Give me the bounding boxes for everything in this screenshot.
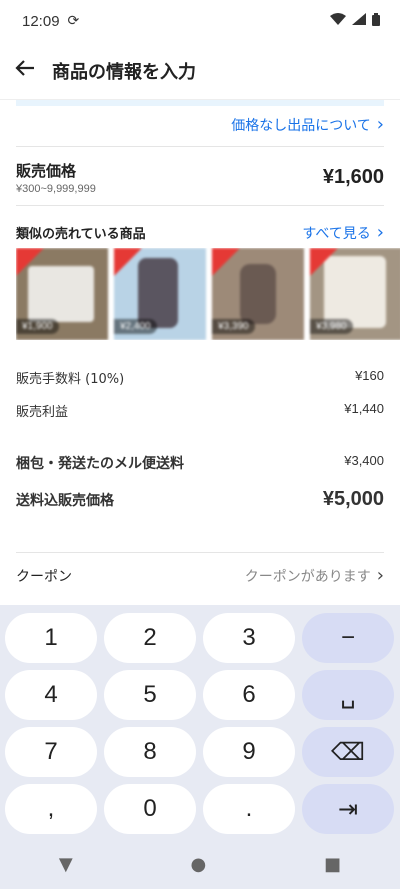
key-0[interactable]: 0 [104, 784, 196, 834]
coupon-row[interactable]: クーポン クーポンがあります › [16, 565, 384, 586]
home-circle-icon[interactable]: ● [191, 854, 207, 875]
signal-icon [352, 13, 366, 29]
similar-items-title: 類似の売れている商品 [16, 227, 146, 242]
commission-row: 販売手数料 (10%) ¥160 [16, 368, 384, 387]
key-period[interactable]: . [203, 784, 295, 834]
similar-items-list: ¥1,900 ¥2,400 ¥3,390 ¥3,980 [16, 248, 400, 340]
coupon-hint-label: クーポンがあります [244, 568, 371, 585]
system-nav-bar: ▼ ● ■ [0, 839, 400, 889]
similar-item-price: ¥3,390 [212, 319, 255, 334]
back-arrow-icon[interactable] [14, 57, 44, 85]
key-2[interactable]: 2 [104, 613, 196, 663]
similar-item-price: ¥2,400 [114, 319, 157, 334]
key-1[interactable]: 1 [5, 613, 97, 663]
no-price-listing-link[interactable]: 価格なし出品について › [231, 114, 384, 135]
total-value: ¥5,000 [322, 488, 384, 510]
shipping-value: ¥3,400 [344, 453, 384, 468]
commission-value: ¥160 [355, 368, 384, 383]
info-banner [16, 100, 384, 106]
chevron-right-icon: › [376, 565, 384, 586]
status-icons [330, 12, 380, 30]
key-8[interactable]: 8 [104, 727, 196, 777]
key-4[interactable]: 4 [5, 670, 97, 720]
page-title: 商品の情報を入力 [52, 61, 196, 83]
similar-item-1[interactable]: ¥1,900 [16, 248, 108, 340]
divider [16, 552, 384, 553]
no-price-listing-label: 価格なし出品について [231, 117, 371, 134]
profit-value: ¥1,440 [344, 401, 384, 416]
next-field-icon[interactable]: ⇥ [302, 784, 394, 834]
key-comma[interactable]: , [5, 784, 97, 834]
status-time: 12:09 [22, 12, 60, 30]
shipping-row: 梱包・発送たのメル便送料 ¥3,400 [16, 453, 384, 473]
chevron-right-icon: › [376, 114, 384, 135]
app-bar: 商品の情報を入力 [0, 42, 400, 100]
see-all-link[interactable]: すべて見る › [302, 222, 384, 243]
wifi-icon [330, 13, 346, 29]
total-row: 送料込販売価格 ¥5,000 [16, 488, 384, 511]
key-9[interactable]: 9 [203, 727, 295, 777]
divider [16, 205, 384, 206]
battery-icon [372, 12, 380, 30]
similar-item-4[interactable]: ¥3,980 [310, 248, 400, 340]
price-value[interactable]: ¥1,600 [323, 166, 384, 189]
similar-item-price: ¥3,980 [310, 319, 353, 334]
backspace-icon[interactable]: ⌫ [302, 727, 394, 777]
divider [16, 146, 384, 147]
numeric-keyboard: 1 2 3 − 4 5 6 ␣ 7 8 9 ⌫ , 0 . ⇥ ▼ ● ■ [0, 605, 400, 889]
coupon-hint: クーポンがあります › [245, 565, 384, 586]
commission-label: 販売手数料 (10%) [16, 372, 125, 387]
similar-item-price: ¥1,900 [16, 319, 59, 334]
status-bar: 12:09 ⟳ [0, 0, 400, 42]
similar-items-header: 類似の売れている商品 すべて見る › [16, 222, 384, 243]
key-5[interactable]: 5 [104, 670, 196, 720]
key-3[interactable]: 3 [203, 613, 295, 663]
coupon-label: クーポン [16, 568, 72, 585]
sync-icon: ⟳ [67, 13, 80, 29]
profit-row: 販売利益 ¥1,440 [16, 401, 384, 420]
price-field[interactable]: 販売価格 ¥300~9,999,999 ¥1,600 [16, 160, 384, 200]
key-6[interactable]: 6 [203, 670, 295, 720]
key-7[interactable]: 7 [5, 727, 97, 777]
similar-item-3[interactable]: ¥3,390 [212, 248, 304, 340]
recents-square-icon[interactable]: ■ [324, 854, 341, 875]
chevron-right-icon: › [376, 222, 384, 243]
similar-item-2[interactable]: ¥2,400 [114, 248, 206, 340]
total-label: 送料込販売価格 [16, 492, 114, 509]
key-minus[interactable]: − [302, 613, 394, 663]
profit-label: 販売利益 [16, 405, 69, 420]
space-key-icon[interactable]: ␣ [302, 670, 394, 720]
shipping-label: 梱包・発送たのメル便送料 [16, 456, 184, 472]
see-all-label: すべて見る [302, 225, 371, 242]
back-triangle-icon[interactable]: ▼ [59, 854, 73, 875]
